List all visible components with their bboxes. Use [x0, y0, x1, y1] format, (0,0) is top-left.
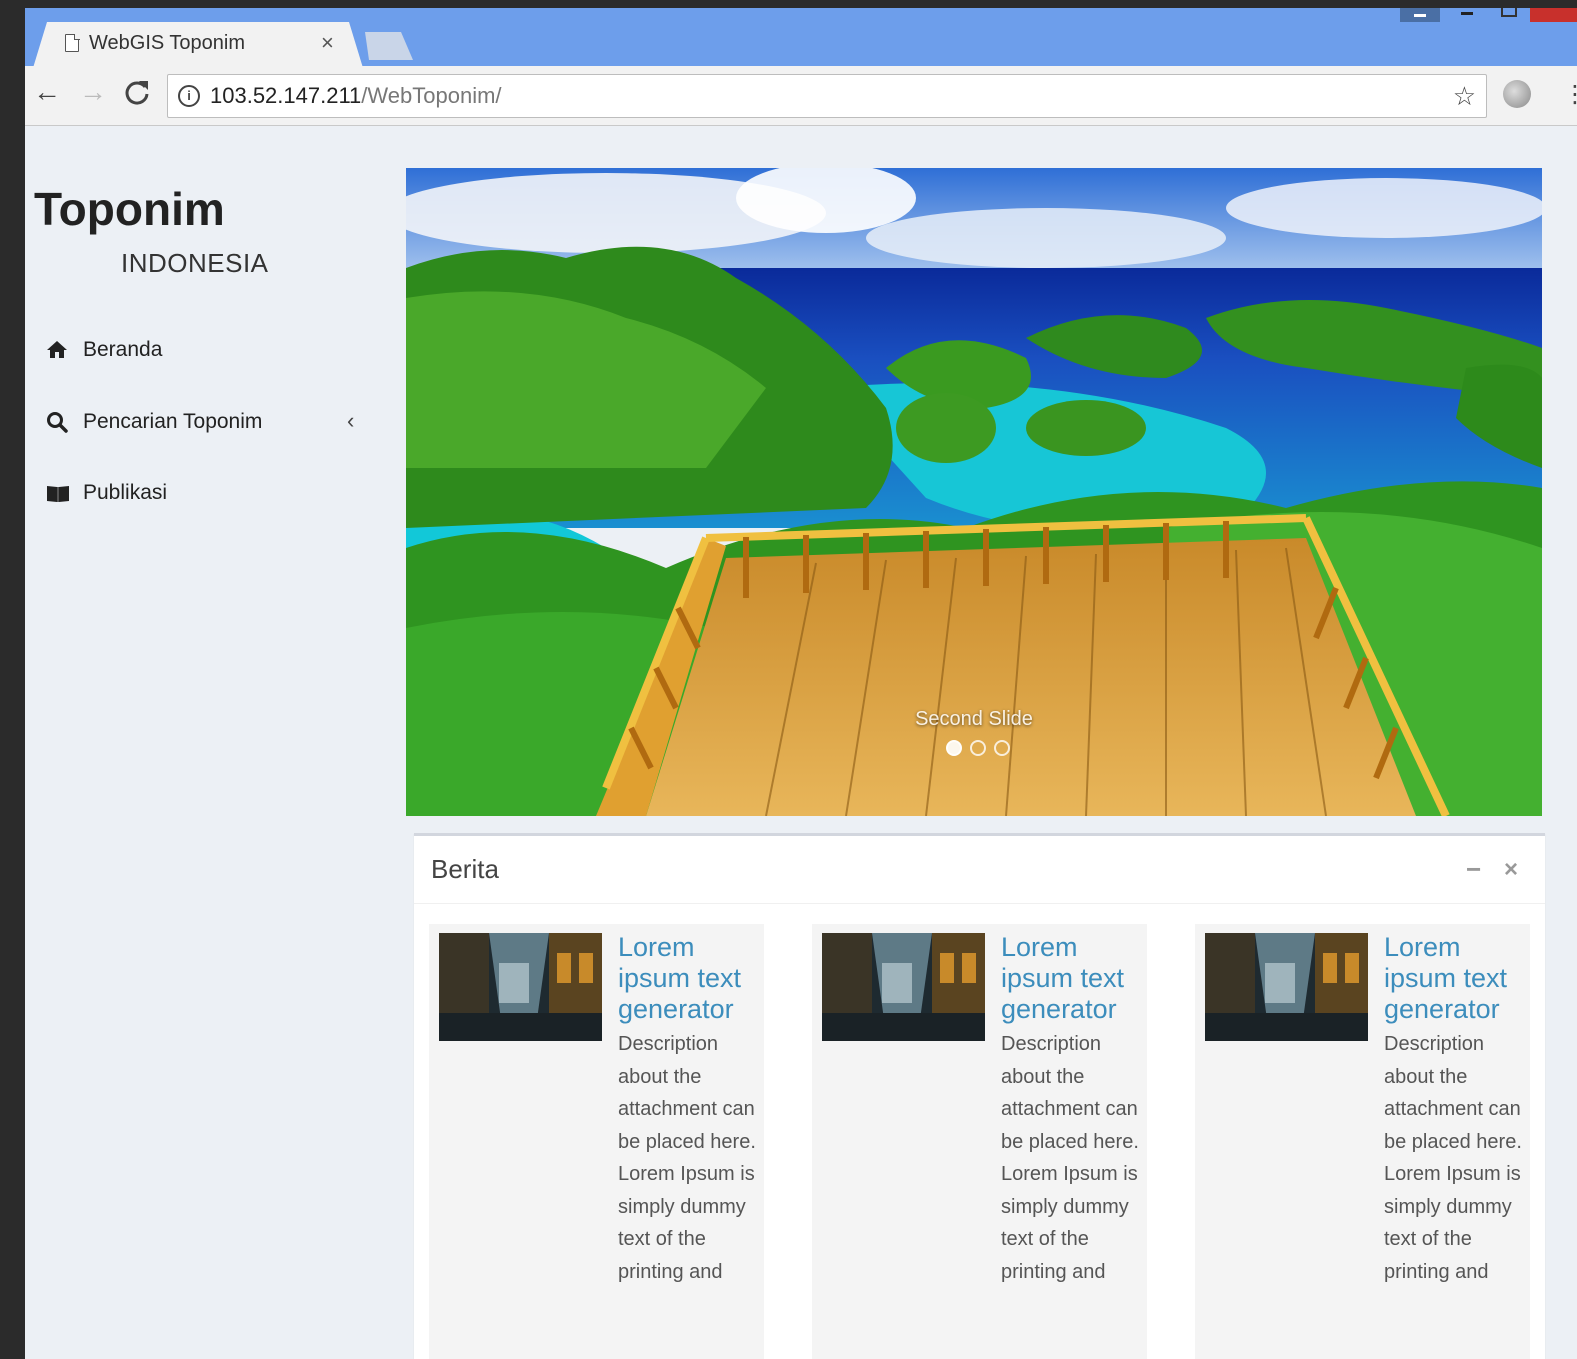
info-icon[interactable]: i: [178, 85, 200, 107]
book-icon: [45, 481, 69, 505]
browser-menu-icon[interactable]: [1563, 80, 1577, 109]
chevron-left-icon[interactable]: ‹: [347, 408, 354, 434]
box-title: Berita: [431, 854, 499, 884]
window-close-button[interactable]: [1530, 8, 1577, 22]
tab-title: WebGIS Toponim: [89, 32, 246, 54]
window-user-icon[interactable]: [1400, 8, 1440, 22]
sidebar: Toponim INDONESIA Beranda Pencarian Topo…: [25, 126, 405, 1359]
sidebar-item-publikasi[interactable]: Publikasi: [25, 469, 385, 519]
news-card-title[interactable]: Lorem ipsum text generator: [1384, 932, 1524, 1025]
carousel-indicator[interactable]: [994, 740, 1010, 756]
news-box: Berita − × Lorem ipsum text generator De…: [414, 833, 1545, 1359]
tab-strip: WebGIS Toponim ×: [25, 8, 1577, 68]
new-tab-button[interactable]: [365, 32, 413, 60]
sidebar-item-label: Publikasi: [83, 481, 168, 504]
news-thumbnail[interactable]: [1205, 933, 1368, 1041]
news-card: Lorem ipsum text generator Description a…: [429, 924, 764, 1359]
close-button[interactable]: ×: [1504, 856, 1518, 884]
carousel-indicator[interactable]: [970, 740, 986, 756]
news-card-description: Description about the attachment can be …: [1384, 1033, 1522, 1283]
news-thumbnail[interactable]: [439, 933, 602, 1041]
forward-arrow-icon[interactable]: →: [79, 78, 107, 106]
search-icon: [45, 410, 69, 434]
sidebar-item-label: Beranda: [83, 338, 163, 361]
news-card-description: Description about the attachment can be …: [618, 1033, 756, 1283]
url-host: 103.52.147.211: [210, 83, 362, 108]
carousel-caption: Second Slide: [915, 708, 1033, 730]
logo-subtitle: INDONESIA: [121, 248, 269, 278]
minimize-button[interactable]: −: [1466, 854, 1481, 885]
url-path: /WebToponim/: [361, 83, 502, 108]
news-card: Lorem ipsum text generator Description a…: [812, 924, 1147, 1359]
window-minimize-button[interactable]: [1455, 8, 1479, 22]
browser-tab[interactable]: WebGIS Toponim ×: [33, 22, 363, 68]
url-text[interactable]: 103.52.147.211/WebToponim/: [210, 83, 502, 109]
reload-icon[interactable]: [123, 78, 151, 111]
news-card: Lorem ipsum text generator Description a…: [1195, 924, 1530, 1359]
news-thumbnail[interactable]: [822, 933, 985, 1041]
sidebar-item-pencarian-toponim[interactable]: Pencarian Toponim ‹: [25, 398, 385, 448]
news-card-title[interactable]: Lorem ipsum text generator: [618, 932, 758, 1025]
carousel-indicators: [944, 740, 1024, 760]
back-arrow-icon[interactable]: ←: [33, 78, 61, 106]
sidebar-item-beranda[interactable]: Beranda: [25, 326, 385, 376]
news-card-description: Description about the attachment can be …: [1001, 1033, 1139, 1283]
logo-title[interactable]: Toponim: [34, 182, 225, 236]
sidebar-item-label: Pencarian Toponim: [83, 410, 263, 433]
bookmark-star-icon[interactable]: ☆: [1453, 81, 1476, 112]
browser-window: WebGIS Toponim × ← → i 103.52.147.211/We…: [25, 8, 1577, 1359]
window-maximize-button[interactable]: [1495, 8, 1519, 22]
image-carousel[interactable]: Second Slide: [406, 168, 1542, 816]
carousel-indicator[interactable]: [946, 740, 962, 756]
browser-toolbar: ← → i 103.52.147.211/WebToponim/ ☆: [25, 66, 1577, 126]
box-header: Berita − ×: [414, 836, 1545, 904]
extension-icon[interactable]: [1503, 80, 1531, 108]
address-bar[interactable]: i 103.52.147.211/WebToponim/ ☆: [167, 74, 1487, 118]
tab-close-button[interactable]: ×: [321, 30, 334, 56]
page-icon: [65, 33, 80, 52]
news-card-title[interactable]: Lorem ipsum text generator: [1001, 932, 1141, 1025]
home-icon: [45, 338, 69, 362]
